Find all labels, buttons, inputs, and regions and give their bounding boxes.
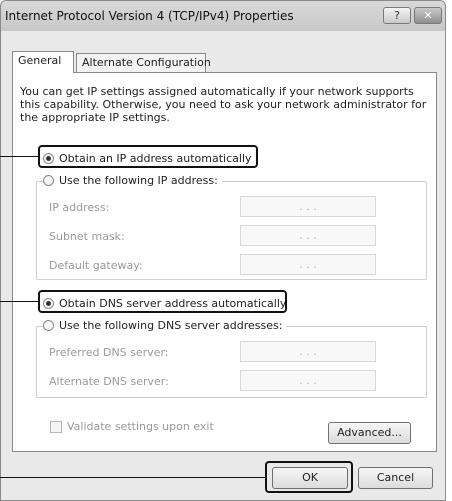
close-button[interactable]: ✕ — [414, 7, 442, 24]
description-text: You can get IP settings assigned automat… — [20, 85, 427, 124]
ok-callout-box — [265, 461, 353, 493]
help-button[interactable]: ? — [383, 7, 411, 24]
alternate-dns-input[interactable]: . . . — [240, 370, 376, 391]
preferred-dns-input[interactable]: . . . — [240, 341, 376, 362]
use-following-ip-label: Use the following IP address: — [59, 173, 218, 187]
window-title: Internet Protocol Version 4 (TCP/IPv4) P… — [5, 9, 294, 23]
advanced-button[interactable]: Advanced... — [328, 422, 411, 444]
default-gateway-label: Default gateway: — [49, 259, 143, 272]
radio-unselected-icon — [43, 319, 54, 331]
radio-unselected-icon — [43, 174, 54, 186]
ip-address-label: IP address: — [49, 201, 110, 214]
validate-settings-checkbox[interactable] — [50, 421, 62, 433]
cancel-button[interactable]: Cancel — [358, 467, 433, 489]
subnet-mask-label: Subnet mask: — [49, 230, 125, 243]
ip-address-input[interactable]: . . . — [240, 196, 376, 217]
tab-general[interactable]: General — [12, 51, 74, 73]
obtain-ip-callout-line — [0, 156, 38, 157]
use-following-dns-radio[interactable]: Use the following DNS server addresses: — [43, 317, 287, 333]
obtain-dns-callout-box — [38, 290, 287, 313]
subnet-mask-input[interactable]: . . . — [240, 225, 376, 246]
title-bar: Internet Protocol Version 4 (TCP/IPv4) P… — [1, 1, 445, 31]
default-gateway-input[interactable]: . . . — [240, 254, 376, 275]
ok-callout-line — [0, 477, 265, 478]
validate-settings-label: Validate settings upon exit — [67, 420, 214, 433]
use-following-dns-label: Use the following DNS server addresses: — [59, 318, 283, 332]
obtain-ip-callout-box — [38, 145, 258, 168]
preferred-dns-label: Preferred DNS server: — [49, 346, 169, 359]
properties-dialog: Internet Protocol Version 4 (TCP/IPv4) P… — [0, 0, 446, 501]
use-following-ip-radio[interactable]: Use the following IP address: — [43, 172, 222, 188]
alternate-dns-label: Alternate DNS server: — [49, 375, 169, 388]
obtain-dns-callout-line — [0, 301, 38, 302]
tab-alternate-configuration[interactable]: Alternate Configuration — [76, 53, 211, 72]
